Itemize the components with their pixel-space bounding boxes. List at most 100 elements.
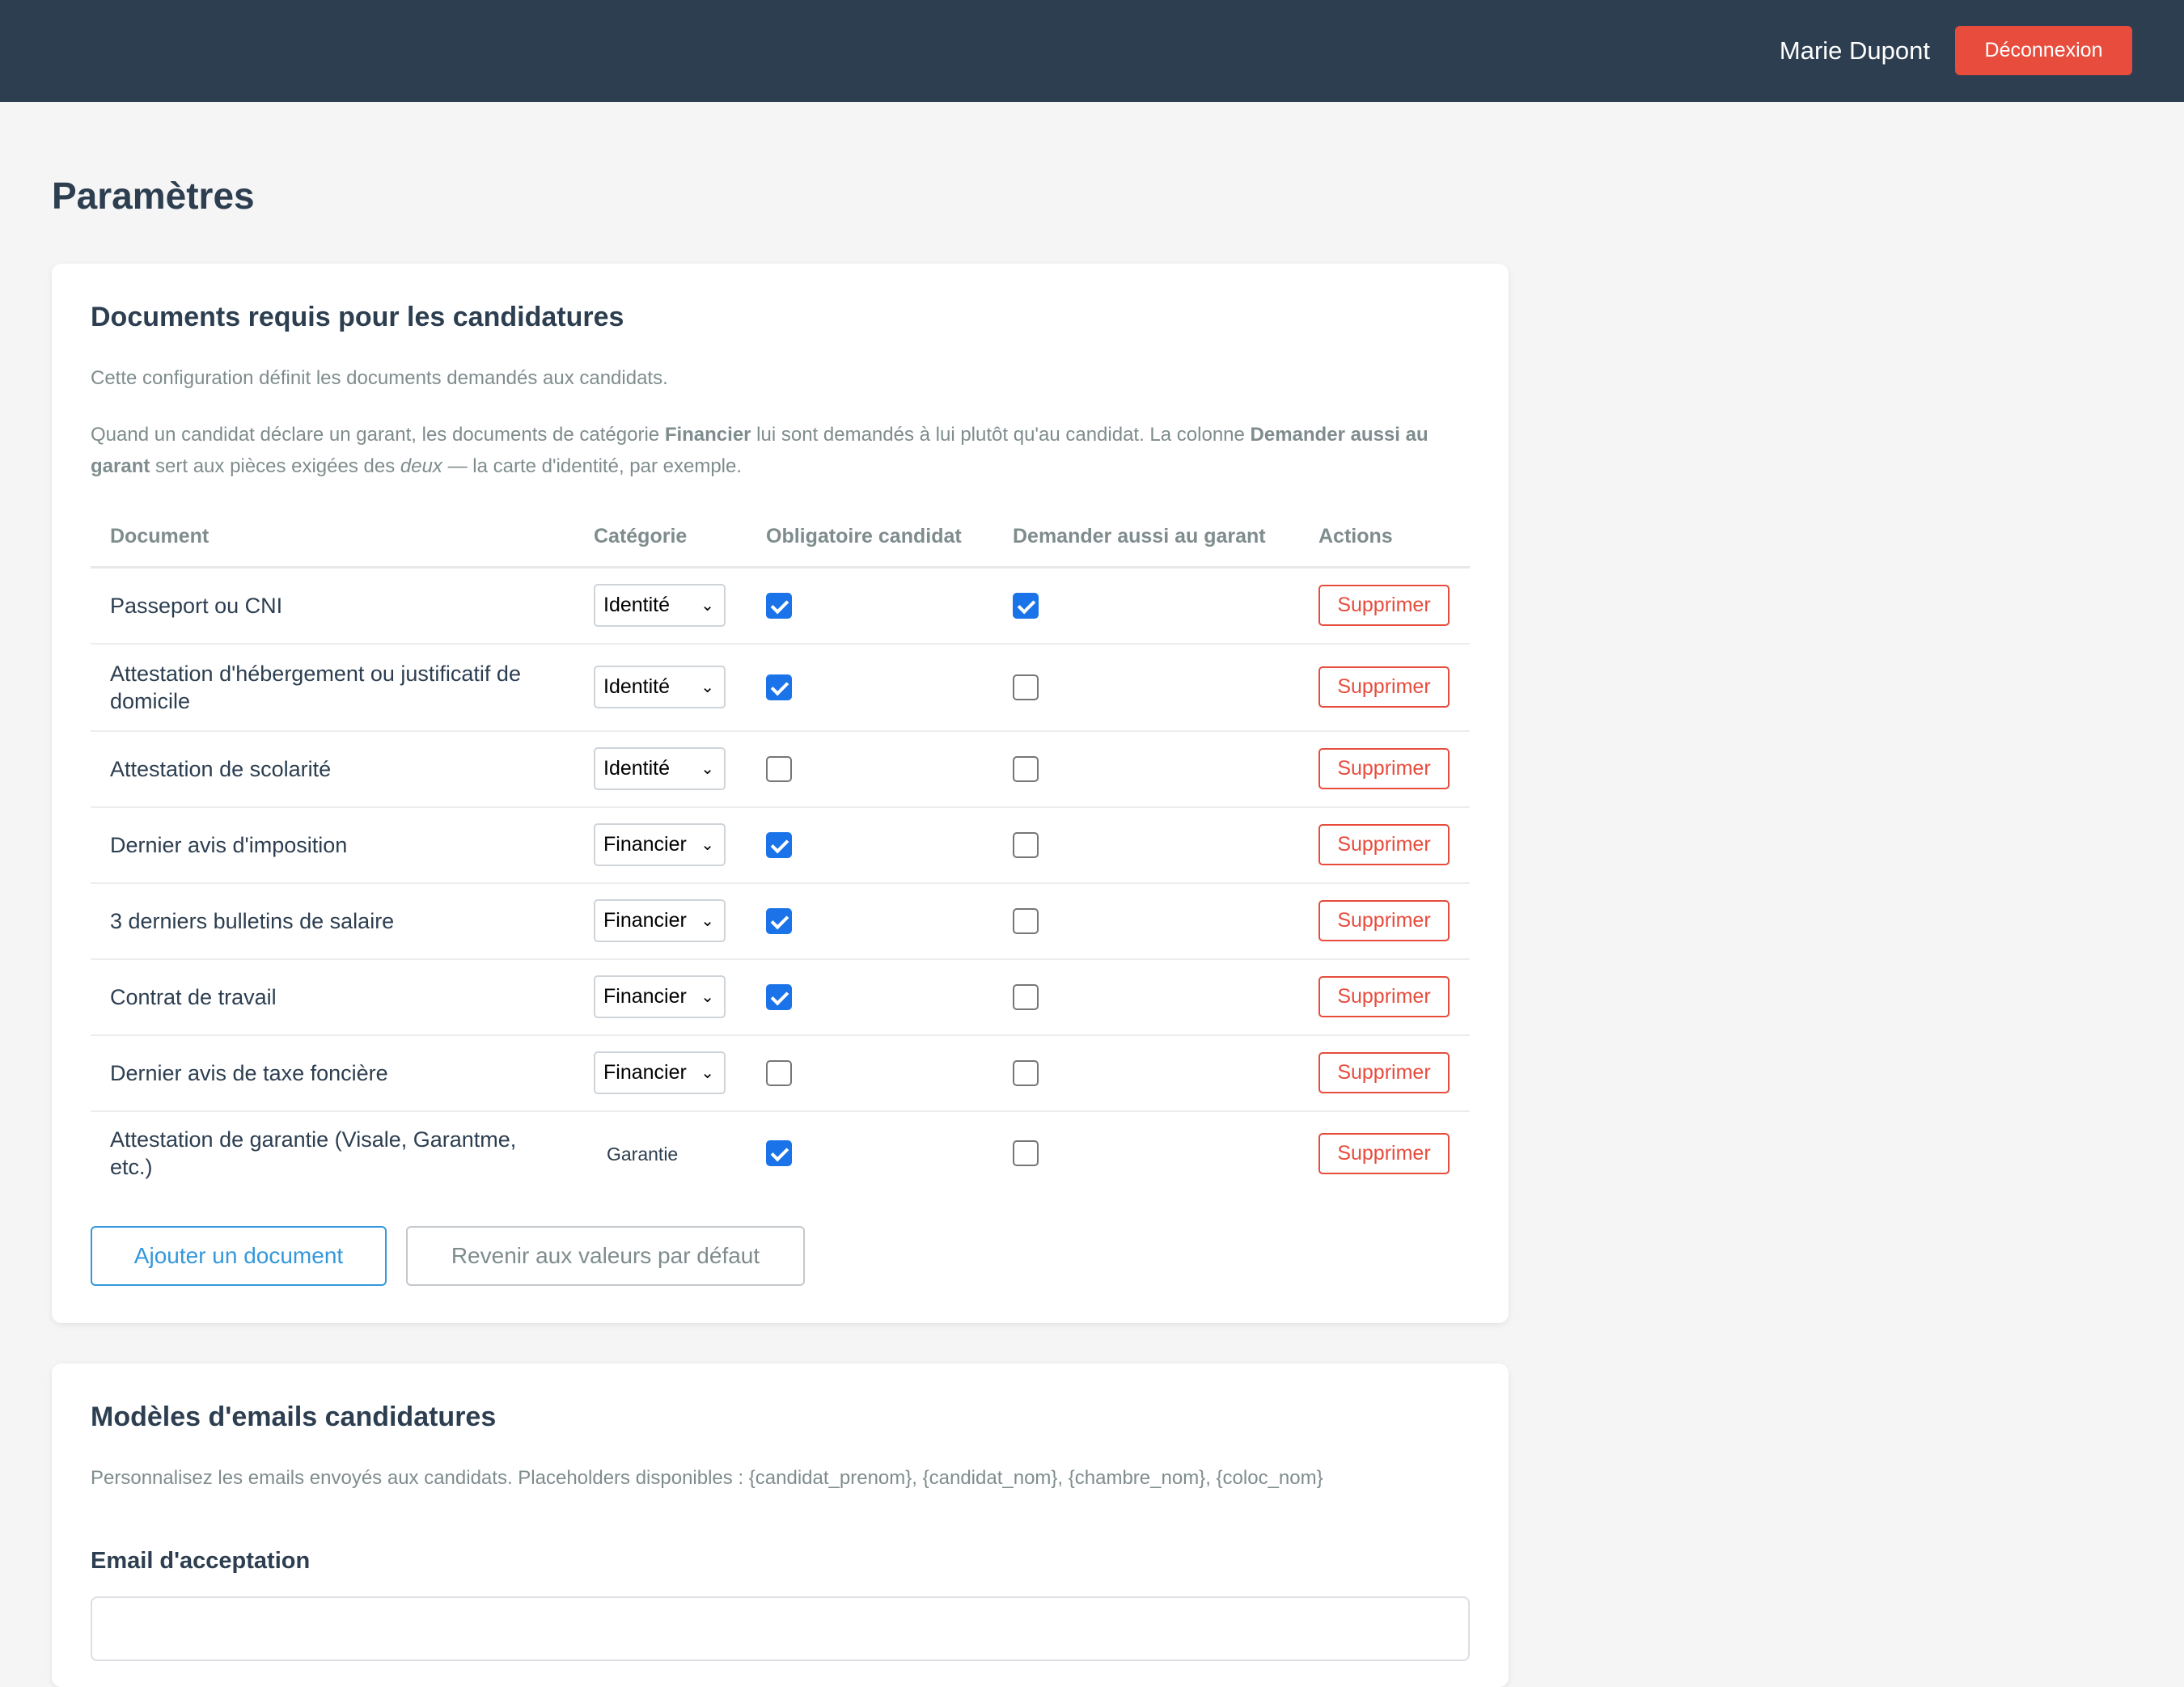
documents-description: Cette configuration définit les document… (91, 367, 668, 389)
category-cell: Financier ⌄ (574, 958, 747, 1036)
required-checkbox[interactable] (766, 983, 792, 1010)
guarantor-checkbox[interactable] (1013, 674, 1039, 700)
required-cell (747, 882, 993, 960)
guarantor-checkbox[interactable] (1013, 1059, 1039, 1086)
column-header-required: Obligatoire candidat (747, 506, 993, 569)
required-checkbox[interactable] (766, 907, 792, 934)
acceptance-email-field[interactable] (91, 1596, 1470, 1661)
guarantor-checkbox[interactable] (1013, 907, 1039, 934)
required-checkbox[interactable] (766, 755, 792, 782)
document-name: 3 derniers bulletins de salaire (91, 882, 574, 960)
top-navbar: Marie Dupont Déconnexion (0, 0, 2184, 102)
table-row: Dernier avis de taxe foncière Financier ⌄ S… (91, 1034, 1470, 1112)
guarantor-cell (993, 958, 1299, 1036)
required-checkbox[interactable] (766, 831, 792, 858)
required-cell (747, 806, 993, 884)
add-document-button[interactable]: Ajouter un document (91, 1226, 387, 1286)
actions-cell: Supprimer (1299, 958, 1470, 1036)
guarantor-cell (993, 1034, 1299, 1112)
guarantor-checkbox[interactable] (1013, 593, 1039, 619)
category-select[interactable]: Financier ⌄ (594, 823, 726, 866)
required-checkbox[interactable] (766, 1059, 792, 1086)
category-cell: Financier ⌄ (574, 882, 747, 960)
documents-card: Documents requis pour les candidatures C… (52, 264, 1509, 1323)
delete-button[interactable]: Supprimer (1318, 585, 1450, 627)
guarantor-cell (993, 882, 1299, 960)
category-cell: Financier ⌄ (574, 1034, 747, 1112)
delete-button[interactable]: Supprimer (1318, 824, 1450, 865)
category-select[interactable]: Financier ⌄ (594, 899, 726, 942)
guarantor-checkbox[interactable] (1013, 755, 1039, 782)
chevron-down-icon: ⌄ (700, 836, 714, 854)
email-templates-description: Personnalisez les emails envoyés aux can… (91, 1467, 1323, 1489)
column-header-actions: Actions (1299, 506, 1470, 569)
table-row: Passeport ou CNI Identité ⌄ Supprimer (91, 567, 1470, 645)
actions-cell: Supprimer (1299, 882, 1470, 960)
category-label: Garantie (607, 1143, 679, 1165)
document-name: Attestation de scolarité (91, 730, 574, 808)
required-cell (747, 958, 993, 1036)
chevron-down-icon: ⌄ (700, 912, 714, 930)
category-select-value: Identité (603, 757, 671, 780)
document-name: Attestation d'hébergement ou justificati… (91, 643, 574, 732)
delete-button[interactable]: Supprimer (1318, 1052, 1450, 1093)
category-select-value: Financier (603, 833, 687, 856)
required-cell (747, 730, 993, 808)
email-templates-card: Modèles d'emails candidatures Personnali… (52, 1364, 1509, 1687)
category-select-value: Financier (603, 909, 687, 932)
required-cell (747, 643, 993, 732)
table-header-row: Document Catégorie Obligatoire candidat … (91, 506, 1470, 569)
chevron-down-icon: ⌄ (700, 1064, 714, 1082)
financier-emphasis: Financier (664, 424, 751, 446)
guarantor-cell (993, 567, 1299, 645)
guarantor-checkbox[interactable] (1013, 1140, 1039, 1167)
document-name: Passeport ou CNI (91, 567, 574, 645)
delete-button[interactable]: Supprimer (1318, 900, 1450, 941)
required-cell (747, 1034, 993, 1112)
guarantor-checkbox[interactable] (1013, 831, 1039, 858)
table-row: Contrat de travail Financier ⌄ Supprimer (91, 958, 1470, 1036)
category-select[interactable]: Identité ⌄ (594, 666, 726, 708)
documents-table-body: Passeport ou CNI Identité ⌄ Supprimer Attest… (91, 567, 1470, 1195)
table-row: Attestation d'hébergement ou justificati… (91, 643, 1470, 732)
category-cell: Financier ⌄ (574, 806, 747, 884)
category-select-value: Financier (603, 985, 687, 1008)
category-select[interactable]: Financier ⌄ (594, 975, 726, 1018)
logout-button[interactable]: Déconnexion (1955, 26, 2132, 75)
guarantor-cell (993, 806, 1299, 884)
category-select[interactable]: Financier ⌄ (594, 1051, 726, 1094)
category-cell: Identité ⌄ (574, 730, 747, 808)
category-select-value: Financier (603, 1061, 687, 1084)
delete-button[interactable]: Supprimer (1318, 1132, 1450, 1174)
table-row: 3 derniers bulletins de salaire Financier… (91, 882, 1470, 960)
documents-table: Document Catégorie Obligatoire candidat … (91, 506, 1470, 1195)
chevron-down-icon: ⌄ (700, 760, 714, 778)
guarantor-cell (993, 730, 1299, 808)
required-checkbox[interactable] (766, 674, 792, 700)
acceptance-email-label: Email d'acceptation (91, 1548, 311, 1574)
chevron-down-icon: ⌄ (700, 597, 714, 615)
required-checkbox[interactable] (766, 1140, 792, 1167)
document-name: Dernier avis d'imposition (91, 806, 574, 884)
actions-cell: Supprimer (1299, 1111, 1470, 1195)
required-checkbox[interactable] (766, 593, 792, 619)
chevron-down-icon: ⌄ (700, 988, 714, 1006)
required-cell (747, 567, 993, 645)
email-templates-title: Modèles d'emails candidatures (91, 1402, 497, 1432)
required-cell (747, 1111, 993, 1195)
category-cell: Identité ⌄ (574, 567, 747, 645)
category-select[interactable]: Identité ⌄ (594, 584, 726, 628)
category-cell: Identité ⌄ (574, 643, 747, 732)
reset-defaults-button[interactable]: Revenir aux valeurs par défaut (406, 1226, 805, 1286)
document-name: Attestation de garantie (Visale, Garantm… (110, 1127, 517, 1179)
documents-section-title: Documents requis pour les candidatures (91, 302, 624, 332)
user-name: Marie Dupont (1779, 36, 1930, 65)
guarantor-checkbox[interactable] (1013, 983, 1039, 1010)
category-select[interactable]: Identité ⌄ (594, 747, 726, 790)
delete-button[interactable]: Supprimer (1318, 666, 1450, 708)
delete-button[interactable]: Supprimer (1318, 748, 1450, 789)
actions-cell: Supprimer (1299, 806, 1470, 884)
delete-button[interactable]: Supprimer (1318, 976, 1450, 1017)
table-row: Attestation de garantie (Visale, Garantm… (91, 1111, 1470, 1195)
guarantor-cell (993, 643, 1299, 732)
